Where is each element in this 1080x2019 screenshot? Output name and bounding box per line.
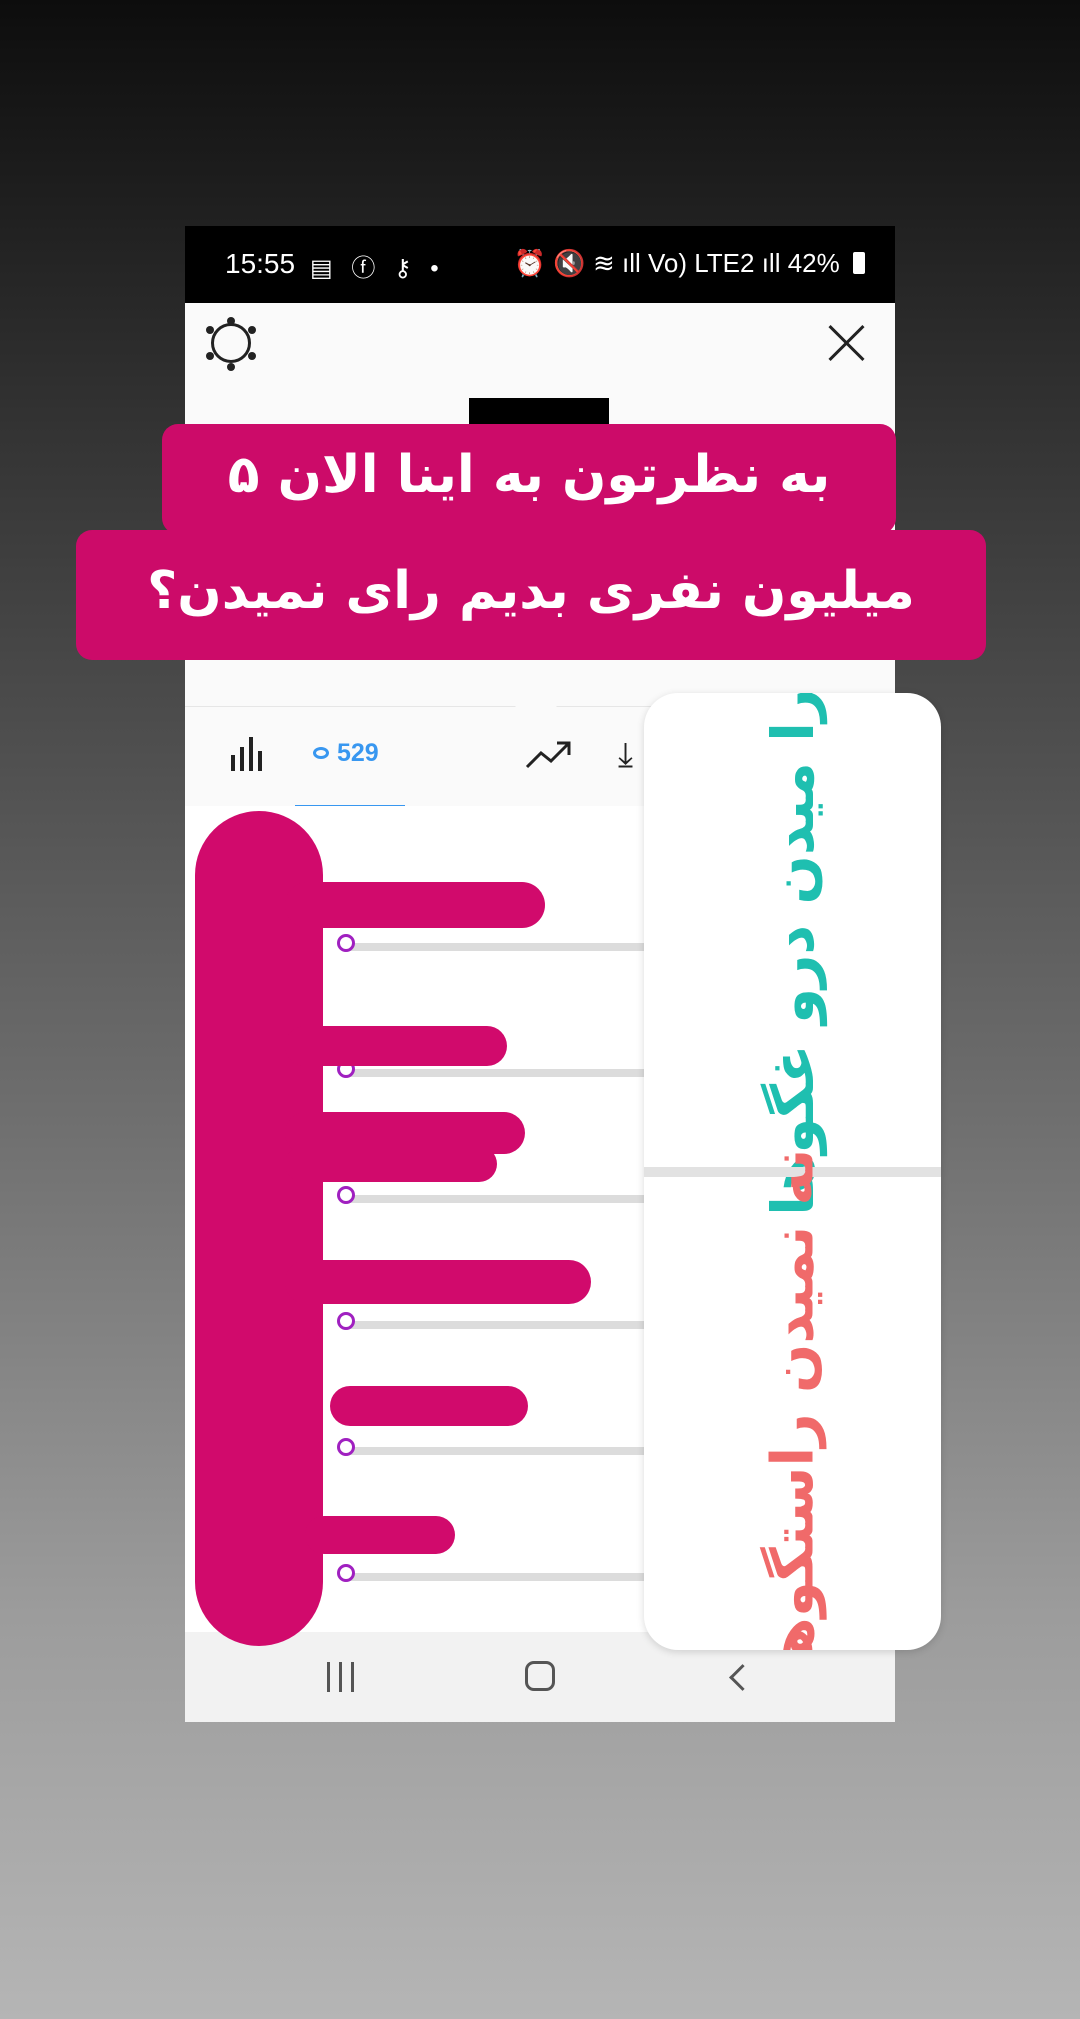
battery-icon xyxy=(853,252,865,274)
vote-marker xyxy=(337,1438,355,1456)
battery-percent: 42% xyxy=(787,248,840,278)
vote-marker xyxy=(337,1186,355,1204)
download-icon[interactable]: ⤓ xyxy=(618,735,633,775)
poll-option-2[interactable]: نه نمیدن راستگوها xyxy=(644,1148,941,1650)
redaction-scribble xyxy=(195,811,323,1646)
redaction-scribble xyxy=(285,1146,497,1182)
status-bar: 15:55 ▤ ⓕ ⚷ • ⏰ 🔇 ≋ ıll Vo) LTE2 ıll 42% xyxy=(185,226,895,303)
tab-views[interactable]: 529 xyxy=(313,739,379,768)
recents-icon[interactable] xyxy=(327,1662,357,1692)
home-icon[interactable] xyxy=(525,1661,555,1691)
vote-marker xyxy=(337,1312,355,1330)
signal-icons: ⏰ 🔇 ≋ ıll Vo) LTE2 ıll xyxy=(513,248,781,278)
redaction-scribble xyxy=(285,882,545,928)
redaction-scribble xyxy=(330,1386,528,1426)
trending-up-icon[interactable] xyxy=(525,737,573,771)
popover-caret xyxy=(514,686,558,708)
redaction-scribble xyxy=(305,1516,455,1554)
poll-option-1[interactable]: چرا میدن درو غگوها xyxy=(644,693,941,1216)
story-viewer-header xyxy=(185,303,895,403)
vote-marker xyxy=(337,1564,355,1582)
poll-sticker: چرا میدن درو غگوها نه نمیدن راستگوها xyxy=(644,693,941,1650)
redaction-scribble xyxy=(285,1260,591,1304)
status-right-group: ⏰ 🔇 ≋ ıll Vo) LTE2 ıll 42% xyxy=(514,248,865,279)
status-notification-icons: ▤ ⓕ ⚷ • xyxy=(310,255,445,282)
gear-icon[interactable] xyxy=(211,317,251,363)
bar-chart-icon[interactable] xyxy=(231,737,265,771)
close-icon[interactable] xyxy=(827,323,867,363)
poll-option-2-label: نه نمیدن راستگوها xyxy=(758,1148,827,1650)
eye-icon xyxy=(313,747,329,759)
question-banner-line-1: به نظرتون به اینا الان ۵ xyxy=(162,424,896,534)
question-banner-line-2: میلیون نفری بدیم رای نمیدن؟ xyxy=(76,530,986,660)
redaction-scribble xyxy=(285,1026,507,1066)
back-icon[interactable] xyxy=(729,1664,756,1691)
poll-option-1-label: چرا میدن درو غگوها xyxy=(758,693,827,1216)
status-time: 15:55 xyxy=(225,248,296,279)
vote-marker xyxy=(337,934,355,952)
views-count: 529 xyxy=(337,739,379,767)
